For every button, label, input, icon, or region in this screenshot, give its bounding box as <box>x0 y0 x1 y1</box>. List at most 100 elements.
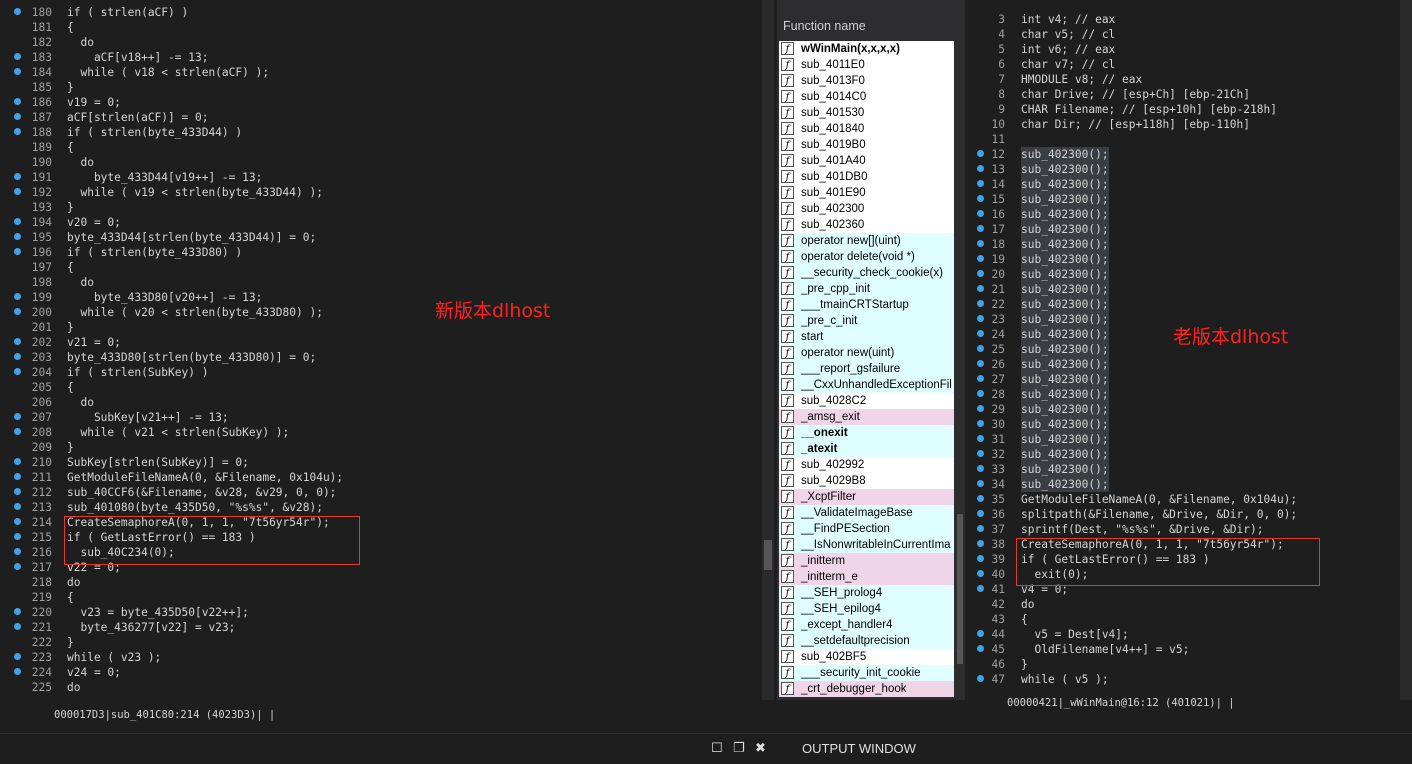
breakpoint-dot-icon[interactable] <box>977 570 984 577</box>
breakpoint-dot-icon[interactable] <box>977 495 984 502</box>
vertical-scrollbar[interactable] <box>1400 0 1412 700</box>
breakpoint-dot-icon[interactable] <box>977 300 984 307</box>
breakpoint-dot-icon[interactable] <box>977 255 984 262</box>
breakpoint-dot-icon[interactable] <box>14 623 21 630</box>
code-line[interactable]: 207 SubKey[v21++] -= 13; <box>0 410 760 425</box>
code-line[interactable]: 225 do <box>0 680 760 695</box>
code-line[interactable]: 5 int v6; // eax <box>965 42 1395 57</box>
code-line[interactable]: 3 int v4; // eax <box>965 12 1395 27</box>
breakpoint-dot-icon[interactable] <box>14 53 21 60</box>
float-window-icon[interactable]: ❐ <box>733 742 745 755</box>
code-line[interactable]: 182 do <box>0 35 760 50</box>
code-line[interactable]: 206 do <box>0 395 760 410</box>
code-line[interactable]: 187 aCF[strlen(aCF)] = 0; <box>0 110 760 125</box>
breakpoint-dot-icon[interactable] <box>14 458 21 465</box>
breakpoint-dot-icon[interactable] <box>14 113 21 120</box>
code-line[interactable]: 204 if ( strlen(SubKey) ) <box>0 365 760 380</box>
code-line[interactable]: 198 do <box>0 275 760 290</box>
breakpoint-dot-icon[interactable] <box>14 308 21 315</box>
code-line[interactable]: 7 HMODULE v8; // eax <box>965 72 1395 87</box>
code-line[interactable]: 31 sub_402300(); <box>965 432 1395 447</box>
code-line[interactable]: 42 do <box>965 597 1395 612</box>
pseudocode-view-old[interactable]: 3 int v4; // eax 4 char v5; // cl 5 int v6; /… <box>965 0 1412 733</box>
code-line[interactable]: 221 byte_436277[v22] = v23; <box>0 620 760 635</box>
function-list-item[interactable]: f __SEH_epilog4 <box>779 601 954 617</box>
breakpoint-dot-icon[interactable] <box>977 180 984 187</box>
function-list-item[interactable]: f __ValidateImageBase <box>779 505 954 521</box>
code-line[interactable]: 33 sub_402300(); <box>965 462 1395 477</box>
code-line[interactable]: 188 if ( strlen(byte_433D44) ) <box>0 125 760 140</box>
code-line[interactable]: 11 <box>965 132 1395 147</box>
code-line[interactable]: 17 sub_402300(); <box>965 222 1395 237</box>
function-list-item[interactable]: f __CxxUnhandledExceptionFil <box>779 377 954 393</box>
code-line[interactable]: 181 { <box>0 20 760 35</box>
code-line[interactable]: 194 v20 = 0; <box>0 215 760 230</box>
function-list-item[interactable]: f _initterm <box>779 553 954 569</box>
breakpoint-dot-icon[interactable] <box>14 488 21 495</box>
code-line[interactable]: 20 sub_402300(); <box>965 267 1395 282</box>
breakpoint-dot-icon[interactable] <box>977 480 984 487</box>
function-list-item[interactable]: f _initterm_e <box>779 569 954 585</box>
breakpoint-dot-icon[interactable] <box>14 368 21 375</box>
code-line[interactable]: 212 sub_40CCF6(&Filename, &v28, &v29, 0, … <box>0 485 760 500</box>
code-line[interactable]: 219 { <box>0 590 760 605</box>
code-line[interactable]: 30 sub_402300(); <box>965 417 1395 432</box>
breakpoint-dot-icon[interactable] <box>977 645 984 652</box>
code-line[interactable]: 12 sub_402300(); <box>965 147 1395 162</box>
breakpoint-dot-icon[interactable] <box>14 503 21 510</box>
code-line[interactable]: 189 { <box>0 140 760 155</box>
code-line[interactable]: 36 splitpath(&Filename, &Drive, &Dir, 0, … <box>965 507 1395 522</box>
code-line[interactable]: 184 while ( v18 < strlen(aCF) ); <box>0 65 760 80</box>
breakpoint-dot-icon[interactable] <box>977 240 984 247</box>
breakpoint-dot-icon[interactable] <box>977 555 984 562</box>
function-list-item[interactable]: f sub_401E90 <box>779 185 954 201</box>
breakpoint-dot-icon[interactable] <box>14 233 21 240</box>
code-line[interactable]: 18 sub_402300(); <box>965 237 1395 252</box>
code-line[interactable]: 202 v21 = 0; <box>0 335 760 350</box>
code-line[interactable]: 192 while ( v19 < strlen(byte_433D44) ); <box>0 185 760 200</box>
breakpoint-dot-icon[interactable] <box>977 270 984 277</box>
code-line[interactable]: 21 sub_402300(); <box>965 282 1395 297</box>
function-list-item[interactable]: f sub_401840 <box>779 121 954 137</box>
code-line[interactable]: 218 do <box>0 575 760 590</box>
code-line[interactable]: 193} <box>0 200 760 215</box>
breakpoint-dot-icon[interactable] <box>977 435 984 442</box>
code-line[interactable]: 16 sub_402300(); <box>965 207 1395 222</box>
function-list-item[interactable]: f operator new(uint) <box>779 345 954 361</box>
code-line[interactable]: 35 GetModuleFileNameA(0, &Filename, 0x104… <box>965 492 1395 507</box>
function-list-item[interactable]: f sub_401DB0 <box>779 169 954 185</box>
function-list-item[interactable]: f sub_4013F0 <box>779 73 954 89</box>
breakpoint-dot-icon[interactable] <box>977 285 984 292</box>
breakpoint-dot-icon[interactable] <box>14 98 21 105</box>
breakpoint-dot-icon[interactable] <box>14 473 21 480</box>
breakpoint-dot-icon[interactable] <box>977 450 984 457</box>
function-list-item[interactable]: f sub_402992 <box>779 457 954 473</box>
breakpoint-dot-icon[interactable] <box>977 345 984 352</box>
breakpoint-dot-icon[interactable] <box>977 540 984 547</box>
breakpoint-dot-icon[interactable] <box>977 315 984 322</box>
close-icon[interactable]: ✖ <box>755 742 766 755</box>
breakpoint-dot-icon[interactable] <box>14 173 21 180</box>
code-line[interactable]: 200 while ( v20 < strlen(byte_433D80) ); <box>0 305 760 320</box>
breakpoint-dot-icon[interactable] <box>14 668 21 675</box>
breakpoint-dot-icon[interactable] <box>14 548 21 555</box>
function-list-item[interactable]: f sub_4019B0 <box>779 137 954 153</box>
code-line[interactable]: 43 { <box>965 612 1395 627</box>
code-line[interactable]: 19 sub_402300(); <box>965 252 1395 267</box>
breakpoint-dot-icon[interactable] <box>14 533 21 540</box>
code-line[interactable]: 37 sprintf(Dest, "%s%s", &Drive, &Dir); <box>965 522 1395 537</box>
breakpoint-dot-icon[interactable] <box>14 653 21 660</box>
code-line[interactable]: 197 { <box>0 260 760 275</box>
function-list-item[interactable]: f __onexit <box>779 425 954 441</box>
code-line[interactable]: 27 sub_402300(); <box>965 372 1395 387</box>
breakpoint-dot-icon[interactable] <box>977 210 984 217</box>
code-line[interactable]: 29 sub_402300(); <box>965 402 1395 417</box>
function-list-item[interactable]: f ___security_init_cookie <box>779 665 954 681</box>
code-line[interactable]: 186 v19 = 0; <box>0 95 760 110</box>
breakpoint-dot-icon[interactable] <box>977 150 984 157</box>
code-line[interactable]: 208 while ( v21 < strlen(SubKey) ); <box>0 425 760 440</box>
breakpoint-dot-icon[interactable] <box>14 563 21 570</box>
code-line[interactable]: 199 byte_433D80[v20++] -= 13; <box>0 290 760 305</box>
code-line[interactable]: 196 if ( strlen(byte_433D80) ) <box>0 245 760 260</box>
code-line[interactable]: 32 sub_402300(); <box>965 447 1395 462</box>
